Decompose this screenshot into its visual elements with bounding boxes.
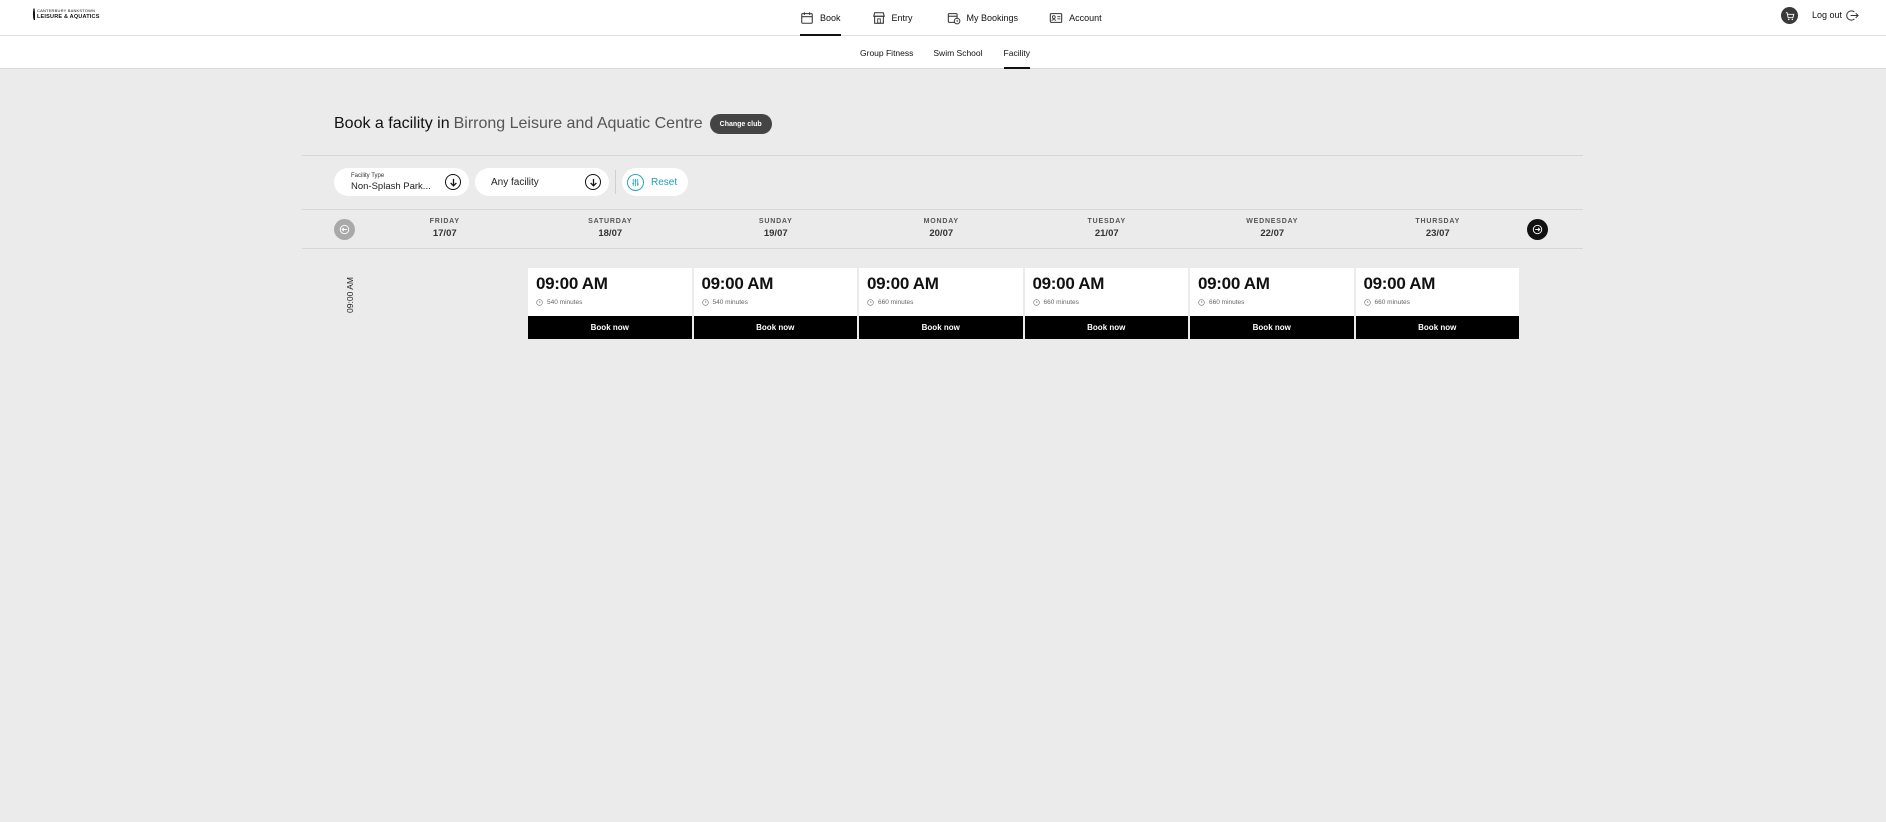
page-title-club: Birrong Leisure and Aquatic Centre [453,115,703,132]
book-now-button[interactable]: Book now [693,316,857,339]
facility-value: Any facility [491,177,539,188]
storefront-icon [872,12,885,24]
nav-my-bookings-label: My Bookings [966,13,1019,23]
slot-time: 09:00 AM [701,274,774,293]
slot-time: 09:00 AM [1198,274,1270,293]
day-header: SUNDAY 19/07 [758,218,793,239]
day-header: MONDAY 20/07 [923,218,959,239]
slot-time: 09:00 AM [867,274,939,293]
slot-card: 09:00 AM 660 minutes Book now [859,268,1023,339]
nav-entry[interactable]: Entry [872,0,913,36]
tab-swim-school[interactable]: Swim School [933,36,982,69]
slot-time: 09:00 AM [1363,274,1436,293]
sub-nav: Group Fitness Swim School Facility [0,36,1886,69]
reset-label: Reset [651,176,678,188]
page-title-prefix: Book a facility in [334,115,450,132]
slot-duration: 660 minutes [1363,299,1410,306]
divider [302,155,1583,156]
clock-icon [867,299,874,306]
divider [302,209,1583,210]
slot-duration: 660 minutes [1198,299,1244,306]
day-header: WEDNESDAY 22/07 [1246,218,1299,239]
slot-card: 09:00 AM 660 minutes Book now [1355,268,1519,339]
book-now-button[interactable]: Book now [1355,316,1519,339]
logout-arrow-icon [1846,9,1859,21]
main-nav: Book Entry My Bookings Account [800,0,1102,36]
slot-time: 09:00 AM [1032,274,1105,293]
arrow-left-circle-icon [339,224,350,235]
arrow-down-circle-icon [445,174,461,190]
tab-facility[interactable]: Facility [1003,36,1031,69]
day-header: SATURDAY 18/07 [588,218,633,239]
arrow-down-circle-icon [585,174,601,190]
reset-button[interactable]: Reset [622,168,688,196]
nav-account-label: Account [1069,13,1102,23]
facility-type-select[interactable]: Facility Type Non-Splash Park... [334,168,469,196]
clock-icon [1032,299,1040,306]
day-header-row: FRIDAY 17/07 SATURDAY 18/07 SUNDAY 19/07 MO… [362,218,1522,239]
slot-card: 09:00 AM 660 minutes Book now [1024,268,1188,339]
book-now-button[interactable]: Book now [528,316,692,339]
slot-duration: 660 minutes [867,299,913,306]
nav-my-bookings[interactable]: My Bookings [947,0,1019,36]
change-club-button[interactable]: Change club [709,114,772,134]
facility-type-value: Non-Splash Park... [351,181,431,192]
slot-duration: 660 minutes [1032,299,1079,306]
logo-mark-icon [33,8,35,20]
book-now-button[interactable]: Book now [1024,316,1188,339]
clock-icon [1198,299,1205,306]
slot-card: 09:00 AM 540 minutes Book now [693,268,857,339]
slot-row: 09:00 AM 540 minutes Book now 09:00 AM 5… [528,268,1519,339]
clock-icon [701,299,709,306]
logout-label: Log out [1812,10,1843,20]
calendar-icon [801,12,813,24]
calendar-clock-icon [947,13,960,25]
slot-duration: 540 minutes [536,299,582,306]
page-title: Book a facility in Birrong Leisure and A… [334,114,772,134]
logo-line-2: LEISURE & AQUATICS [37,14,100,20]
cart-icon [1785,11,1794,20]
filter-separator [615,170,616,194]
book-now-button[interactable]: Book now [859,316,1023,339]
nav-account[interactable]: Account [1049,0,1102,36]
day-header: TUESDAY 21/07 [1087,218,1126,239]
nav-entry-label: Entry [891,13,913,23]
book-now-button[interactable]: Book now [1190,316,1354,339]
slot-card: 09:00 AM 660 minutes Book now [1190,268,1354,339]
nav-book[interactable]: Book [800,0,841,36]
clock-icon [536,299,543,306]
day-header: FRIDAY 17/07 [429,218,460,239]
nav-book-label: Book [820,13,841,23]
next-week-button[interactable] [1527,219,1548,240]
id-card-icon [1049,13,1063,23]
top-header: CANTERBURY BANKSTOWN LEISURE & AQUATICS … [0,0,1886,36]
slot-time: 09:00 AM [536,274,608,293]
arrow-right-circle-icon [1532,224,1543,235]
logout-button[interactable]: Log out [1812,7,1859,23]
facility-select[interactable]: Any facility [475,168,609,196]
sliders-icon [627,173,644,191]
time-row-label: 09:00 AM [345,277,356,313]
clock-icon [1363,299,1371,306]
prev-week-button[interactable] [334,219,355,240]
slot-duration: 540 minutes [701,299,748,306]
slot-card: 09:00 AM 540 minutes Book now [528,268,692,339]
cart-button[interactable] [1781,7,1798,24]
divider [302,248,1583,249]
tab-group-fitness[interactable]: Group Fitness [860,36,913,69]
facility-type-label: Facility Type [351,173,385,179]
brand-logo[interactable]: CANTERBURY BANKSTOWN LEISURE & AQUATICS [33,7,99,21]
day-header: THURSDAY 23/07 [1415,218,1461,239]
